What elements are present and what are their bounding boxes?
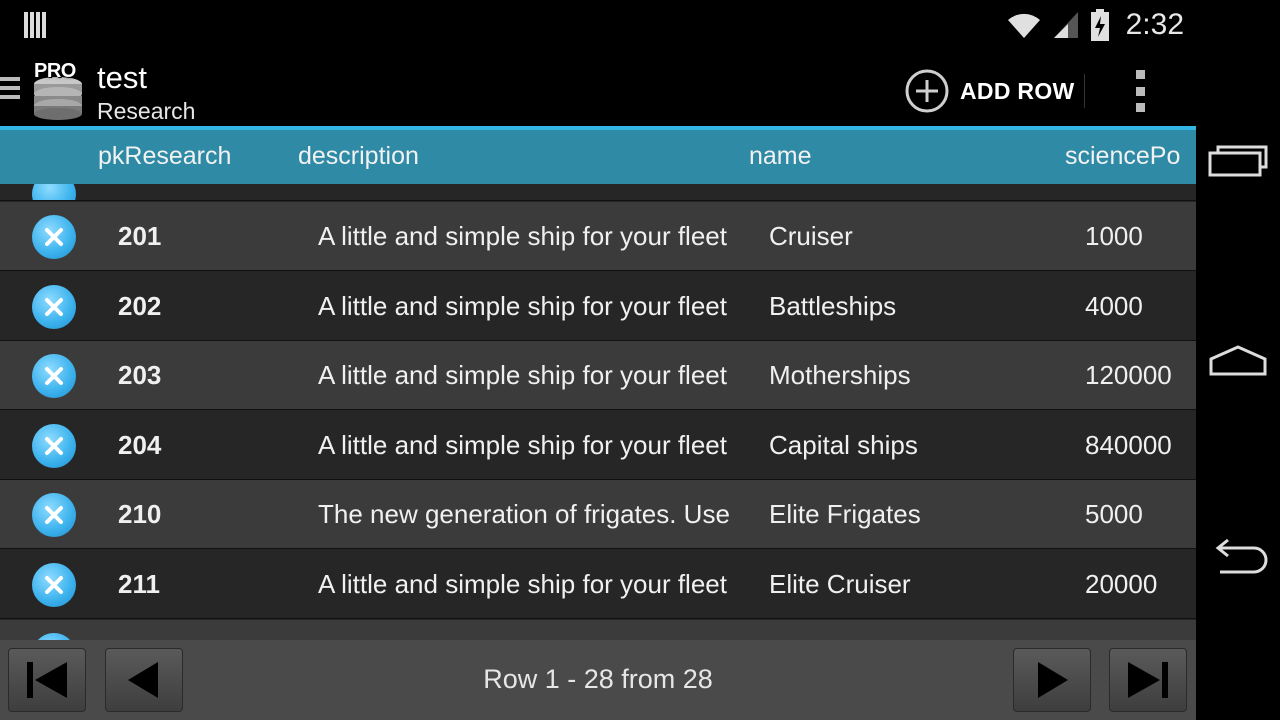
table-subtitle: Research bbox=[97, 98, 196, 124]
column-header-name[interactable]: name bbox=[749, 142, 812, 171]
column-header-sciencepoints[interactable]: sciencePo bbox=[1065, 142, 1180, 171]
action-divider bbox=[1084, 74, 1085, 108]
cell-name[interactable]: Battleships bbox=[769, 272, 1059, 340]
cell-name[interactable]: Cruiser bbox=[769, 202, 1059, 270]
recent-apps-button[interactable] bbox=[1204, 130, 1272, 190]
cell-sciencepoints[interactable]: 20000 bbox=[1085, 550, 1196, 618]
add-row-label: ADD ROW bbox=[960, 77, 1075, 104]
battery-charging-icon bbox=[1090, 9, 1109, 41]
cell-pkresearch[interactable]: 201 bbox=[118, 202, 288, 270]
pro-badge: PRO bbox=[34, 60, 76, 82]
cell-pkresearch[interactable]: 204 bbox=[118, 411, 288, 479]
cell-description[interactable]: A little and simple ship for your fleet bbox=[318, 411, 750, 479]
cell-name[interactable]: Elite Cruiser bbox=[769, 550, 1059, 618]
next-page-button[interactable] bbox=[1013, 648, 1091, 712]
cell-sciencepoints[interactable]: 120000 bbox=[1085, 341, 1196, 409]
cell-pkresearch[interactable]: 211 bbox=[118, 550, 288, 618]
column-header-description[interactable]: description bbox=[298, 142, 419, 171]
cell-pkresearch[interactable]: 210 bbox=[118, 480, 288, 548]
add-circle-icon bbox=[905, 69, 949, 113]
column-header-pkresearch[interactable]: pkResearch bbox=[98, 142, 231, 171]
last-page-button[interactable] bbox=[1109, 648, 1187, 712]
skip-last-icon bbox=[1128, 662, 1168, 698]
table-row[interactable]: 201 A little and simple ship for your fl… bbox=[0, 202, 1196, 271]
delete-row-icon[interactable] bbox=[32, 285, 76, 329]
table-row[interactable]: 210 The new generation of frigates. Use … bbox=[0, 480, 1196, 549]
cell-description[interactable]: A little and simple ship for your fleet bbox=[318, 202, 750, 270]
home-button[interactable] bbox=[1204, 330, 1272, 390]
cell-description[interactable]: A little and simple ship for your fleet bbox=[318, 550, 750, 618]
home-icon bbox=[1209, 345, 1267, 376]
status-bar: 2:32 bbox=[0, 0, 1196, 50]
delete-row-icon[interactable] bbox=[32, 184, 76, 200]
signal-icon bbox=[1053, 12, 1078, 38]
table-row[interactable]: 211 A little and simple ship for your fl… bbox=[0, 550, 1196, 619]
cell-name[interactable]: Motherships bbox=[769, 341, 1059, 409]
delete-row-icon[interactable] bbox=[32, 493, 76, 537]
cell-description[interactable]: A little and simple ship for your fleet bbox=[318, 341, 750, 409]
table-row[interactable] bbox=[0, 184, 1196, 201]
delete-row-icon[interactable] bbox=[32, 633, 76, 640]
status-icons: 2:32 bbox=[1006, 8, 1184, 42]
navigation-bar bbox=[1196, 0, 1280, 720]
pager-bar: Row 1 - 28 from 28 bbox=[0, 640, 1196, 720]
app-logo[interactable]: PRO bbox=[32, 60, 84, 120]
table-row[interactable]: 204 A little and simple ship for your fl… bbox=[0, 411, 1196, 480]
delete-row-icon[interactable] bbox=[32, 563, 76, 607]
cell-description[interactable]: A little and simple ship for your fleet bbox=[318, 272, 750, 340]
table-row[interactable]: 202 A little and simple ship for your fl… bbox=[0, 272, 1196, 341]
back-arrow-icon bbox=[1215, 538, 1268, 574]
cell-name[interactable]: Capital ships bbox=[769, 411, 1059, 479]
cell-pkresearch[interactable]: 202 bbox=[118, 272, 288, 340]
clock: 2:32 bbox=[1125, 8, 1184, 41]
recent-apps-icon bbox=[1208, 145, 1268, 177]
back-button[interactable] bbox=[1204, 528, 1272, 588]
cell-sciencepoints[interactable]: 1000 bbox=[1085, 202, 1196, 270]
overflow-menu-icon[interactable] bbox=[1130, 70, 1150, 112]
cell-description[interactable]: The new generation of frigates. Use bbox=[318, 480, 750, 548]
cell-name[interactable]: Elite Frigates bbox=[769, 480, 1059, 548]
delete-row-icon[interactable] bbox=[32, 354, 76, 398]
action-bar: PRO test Research ADD ROW bbox=[0, 50, 1196, 126]
delete-row-icon[interactable] bbox=[32, 215, 76, 259]
table-header: pkResearch description name sciencePo bbox=[0, 130, 1196, 184]
cell-pkresearch[interactable]: 203 bbox=[118, 341, 288, 409]
play-right-icon bbox=[1038, 662, 1068, 698]
add-row-button[interactable]: ADD ROW bbox=[904, 68, 1075, 114]
drawer-menu-icon[interactable] bbox=[0, 77, 20, 101]
cell-sciencepoints[interactable]: 5000 bbox=[1085, 480, 1196, 548]
cell-sciencepoints[interactable]: 840000 bbox=[1085, 411, 1196, 479]
table-row[interactable]: 203 A little and simple ship for your fl… bbox=[0, 341, 1196, 410]
delete-row-icon[interactable] bbox=[32, 424, 76, 468]
notification-barcode-icon bbox=[24, 12, 48, 38]
table-body[interactable]: 201 A little and simple ship for your fl… bbox=[0, 184, 1196, 640]
table-row[interactable] bbox=[0, 620, 1196, 640]
cell-sciencepoints[interactable]: 4000 bbox=[1085, 272, 1196, 340]
table-title: test bbox=[97, 60, 147, 95]
wifi-icon bbox=[1007, 13, 1040, 38]
